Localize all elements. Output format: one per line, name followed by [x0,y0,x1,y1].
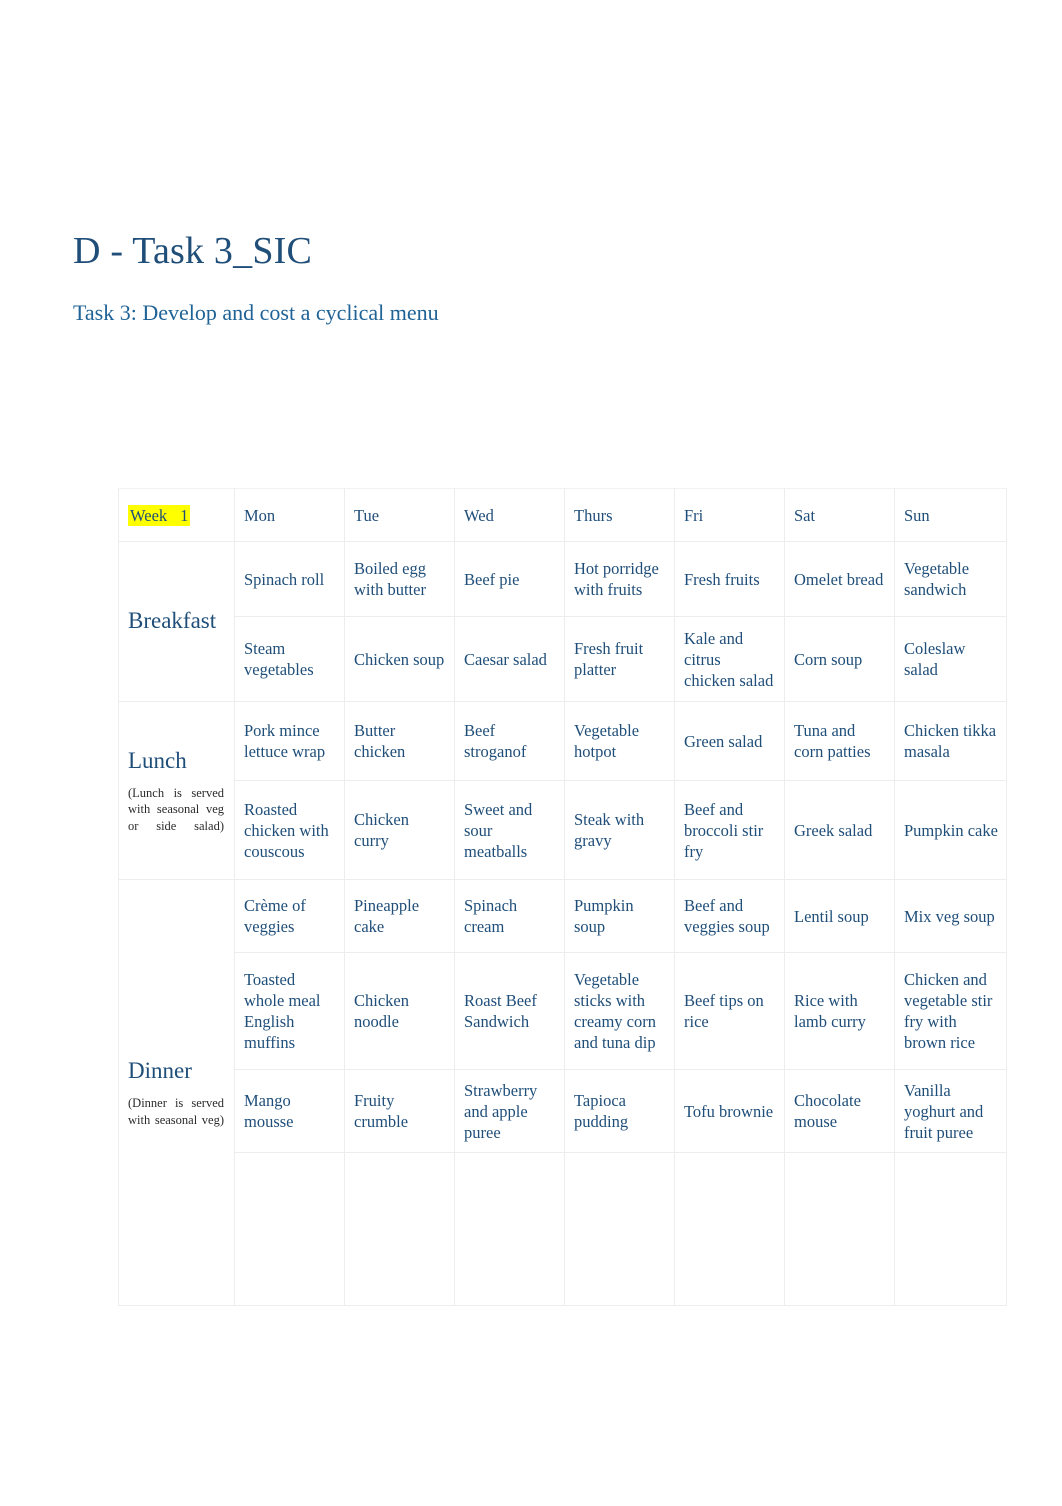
column-header-tue: Tue [344,488,455,542]
menu-cell: Pumpkin cake [894,780,1007,880]
menu-cell-empty [344,1152,455,1306]
menu-cell-empty [564,1152,675,1306]
menu-cell: Fresh fruit platter [564,616,675,702]
menu-cell: Beef stroganof [454,701,565,781]
menu-cell: Chicken and vegetable stir fry with brow… [894,952,1007,1070]
meal-label-text: Dinner [128,1058,192,1083]
menu-cell: Vanilla yoghurt and fruit puree [894,1069,1007,1153]
menu-cell: Chicken noodle [344,952,455,1070]
menu-cell: Mix veg soup [894,879,1007,953]
menu-cell: Fresh fruits [674,541,785,617]
column-header-thurs: Thurs [564,488,675,542]
week-label-cell: Week 1 [118,488,235,542]
menu-cell: Butter chicken [344,701,455,781]
meal-label-dinner: Dinner (Dinner is served with seasonal v… [118,879,235,1306]
menu-cell: Boiled egg with butter [344,541,455,617]
menu-cell-empty [454,1152,565,1306]
column-header-wed: Wed [454,488,565,542]
menu-cell: Omelet bread [784,541,895,617]
menu-cell: Beef and veggies soup [674,879,785,953]
meal-note-lunch: (Lunch is served with seasonal veg or si… [128,785,224,833]
menu-cell: Green salad [674,701,785,781]
menu-cell: Chocolate mouse [784,1069,895,1153]
table-row-empty [119,1152,1007,1306]
page-title: D - Task 3_SIC [73,230,313,273]
meal-label-text: Breakfast [128,607,217,633]
table-header-row: Week 1 Mon Tue Wed Thurs Fri Sat Sun [118,488,1007,542]
menu-cell: Tofu brownie [674,1069,785,1153]
menu-cell: Sweet and sour meatballs [454,780,565,880]
menu-cell: Hot porridge with fruits [564,541,675,617]
table-row-breakfast-2: Steam vegetables Chicken soup Caesar sal… [119,616,1007,702]
menu-cell: Strawberry and apple puree [454,1069,565,1153]
menu-cell: Tapioca pudding [564,1069,675,1153]
menu-cell: Mango mousse [234,1069,345,1153]
menu-cell: Spinach cream [454,879,565,953]
table-row-lunch-2: Roasted chicken with couscous Chicken cu… [119,780,1007,880]
menu-cell: Chicken soup [344,616,455,702]
meal-label-text: Lunch [128,747,187,773]
document-page: D - Task 3_SIC Task 3: Develop and cost … [0,0,1062,1506]
menu-cell: Pineapple cake [344,879,455,953]
menu-cell: Beef tips on rice [674,952,785,1070]
meal-label-breakfast: Breakfast [118,541,235,702]
menu-cell: Lentil soup [784,879,895,953]
menu-cell: Steak with gravy [564,780,675,880]
menu-cell-empty [784,1152,895,1306]
cyclical-menu-table: Week 1 Mon Tue Wed Thurs Fri Sat Sun Brea… [118,488,1007,1306]
column-header-sat: Sat [784,488,895,542]
menu-cell: Beef pie [454,541,565,617]
menu-cell: Corn soup [784,616,895,702]
menu-cell-empty [234,1152,345,1306]
meal-label-lunch: Lunch (Lunch is served with seasonal veg… [118,701,235,880]
table-row-dinner-3: Mango mousse Fruity crumble Strawberry a… [119,1069,1007,1153]
menu-cell: Tuna and corn patties [784,701,895,781]
page-subtitle: Task 3: Develop and cost a cyclical menu [73,300,439,326]
menu-cell: Steam vegetables [234,616,345,702]
menu-cell: Roasted chicken with couscous [234,780,345,880]
menu-cell-empty [894,1152,1007,1306]
menu-cell: Chicken curry [344,780,455,880]
menu-cell: Pumpkin soup [564,879,675,953]
cyclical-menu-table-container: Week 1 Mon Tue Wed Thurs Fri Sat Sun Brea… [118,488,1007,1306]
menu-cell: Greek salad [784,780,895,880]
table-row-dinner-2: Toasted whole meal English muffins Chick… [119,952,1007,1070]
menu-cell: Vegetable sandwich [894,541,1007,617]
column-header-fri: Fri [674,488,785,542]
menu-cell: Vegetable sticks with creamy corn and tu… [564,952,675,1070]
column-header-sun: Sun [894,488,1007,542]
menu-cell: Kale and citrus chicken salad [674,616,785,702]
menu-cell: Pork mince lettuce wrap [234,701,345,781]
menu-cell: Coleslaw salad [894,616,1007,702]
menu-cell: Beef and broccoli stir fry [674,780,785,880]
week-word: Week [130,505,168,525]
menu-cell: Fruity crumble [344,1069,455,1153]
menu-cell-empty [674,1152,785,1306]
menu-cell: Crème of veggies [234,879,345,953]
week-highlight: Week 1 [128,504,191,526]
column-header-mon: Mon [234,488,345,542]
menu-cell: Vegetable hotpot [564,701,675,781]
meal-note-dinner: (Dinner is served with seasonal veg) [128,1096,224,1127]
table-row-lunch-1: Lunch (Lunch is served with seasonal veg… [118,701,1007,880]
menu-cell: Roast Beef Sandwich [454,952,565,1070]
menu-cell: Rice with lamb curry [784,952,895,1070]
menu-cell: Chicken tikka masala [894,701,1007,781]
menu-cell: Toasted whole meal English muffins [234,952,345,1070]
menu-cell: Caesar salad [454,616,565,702]
table-row-dinner-1: Dinner (Dinner is served with seasonal v… [118,879,1007,1306]
table-row-breakfast-1: Breakfast Spinach roll Boiled egg with b… [118,541,1007,702]
menu-cell: Spinach roll [234,541,345,617]
week-number: 1 [180,505,189,525]
